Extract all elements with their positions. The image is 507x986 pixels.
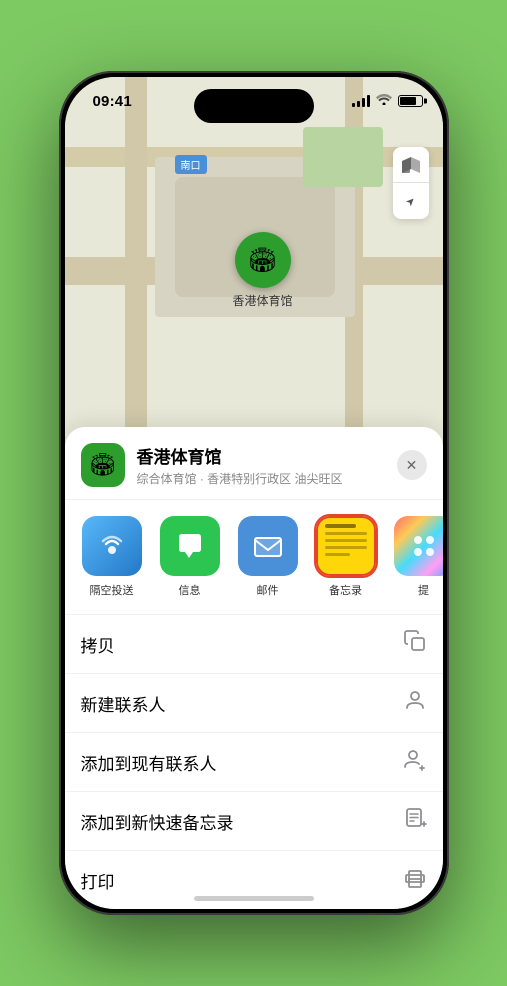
mail-icon: [238, 516, 298, 576]
map-type-button[interactable]: [393, 147, 429, 183]
airdrop-icon: [82, 516, 142, 576]
navigation-icon: ➤: [403, 193, 419, 209]
action-new-contact[interactable]: 新建联系人: [65, 674, 443, 733]
share-mail[interactable]: 邮件: [233, 516, 303, 598]
action-copy[interactable]: 拷贝: [65, 615, 443, 674]
pin-icon: 🏟: [235, 232, 291, 288]
phone-frame: 南口 ➤ 🏟 香港体育馆: [59, 71, 449, 915]
new-contact-label: 新建联系人: [81, 691, 166, 716]
map-label-south: 南口: [175, 155, 207, 174]
print-icon: [403, 865, 427, 895]
status-right-icons: [352, 93, 423, 108]
more-icon: [394, 516, 443, 576]
dynamic-island: [194, 89, 314, 123]
new-contact-icon: [403, 688, 427, 718]
messages-icon: [160, 516, 220, 576]
add-notes-label: 添加到新快速备忘录: [81, 809, 234, 834]
more-label: 提: [418, 582, 429, 598]
venue-subtitle: 综合体育馆 · 香港特别行政区 油尖旺区: [137, 470, 385, 487]
copy-label: 拷贝: [81, 632, 115, 657]
print-label: 打印: [81, 868, 115, 893]
share-more[interactable]: 提: [389, 516, 443, 598]
phone-screen: 南口 ➤ 🏟 香港体育馆: [65, 77, 443, 909]
map-controls: ➤: [393, 147, 429, 219]
status-time: 09:41: [93, 93, 132, 110]
share-notes[interactable]: 备忘录: [311, 516, 381, 598]
share-messages[interactable]: 信息: [155, 516, 225, 598]
home-indicator: [194, 896, 314, 901]
wifi-icon: [376, 93, 392, 108]
signal-icon: [352, 95, 370, 107]
action-add-notes[interactable]: 添加到新快速备忘录: [65, 792, 443, 851]
venue-icon: 🏟: [81, 443, 125, 487]
action-add-existing[interactable]: 添加到现有联系人: [65, 733, 443, 792]
notes-icon: [316, 516, 376, 576]
copy-icon: [403, 629, 427, 659]
add-existing-icon: [403, 747, 427, 777]
airdrop-label: 隔空投送: [90, 582, 134, 598]
close-button[interactable]: ✕: [397, 450, 427, 480]
pin-label: 香港体育馆: [233, 292, 293, 309]
venue-info: 香港体育馆 综合体育馆 · 香港特别行政区 油尖旺区: [137, 443, 385, 487]
battery-icon: [398, 95, 423, 107]
share-row: 隔空投送 信息: [65, 500, 443, 615]
add-existing-label: 添加到现有联系人: [81, 750, 217, 775]
venue-name: 香港体育馆: [137, 443, 385, 468]
bottom-sheet: 🏟 香港体育馆 综合体育馆 · 香港特别行政区 油尖旺区 ✕: [65, 427, 443, 909]
location-button[interactable]: ➤: [393, 183, 429, 219]
share-airdrop[interactable]: 隔空投送: [77, 516, 147, 598]
sheet-header: 🏟 香港体育馆 综合体育馆 · 香港特别行政区 油尖旺区 ✕: [65, 427, 443, 500]
mail-label: 邮件: [257, 582, 279, 598]
notes-label: 备忘录: [329, 582, 362, 598]
stadium-pin: 🏟 香港体育馆: [233, 232, 293, 309]
messages-label: 信息: [179, 582, 201, 598]
add-notes-icon: [403, 806, 427, 836]
